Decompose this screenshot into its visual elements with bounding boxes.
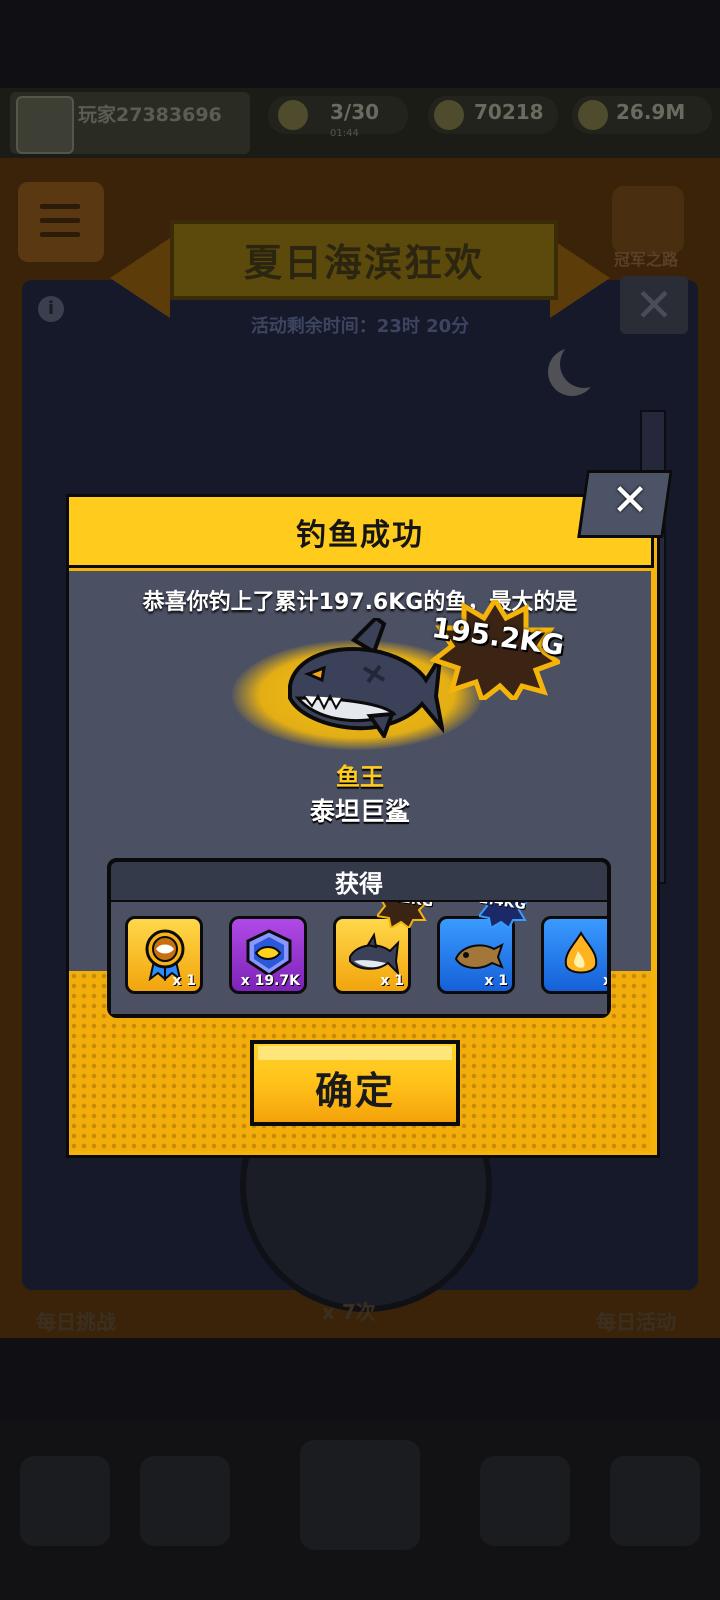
reward-label: 获得 xyxy=(335,870,383,898)
energy-timer: 01:44 xyxy=(330,128,359,139)
fire-drop-icon xyxy=(564,931,598,974)
cast-count-label: x 7次 xyxy=(322,1300,376,1324)
banner-wing-right xyxy=(550,238,610,318)
energy-icon xyxy=(278,100,308,130)
event-title: 夏日海滨狂欢 xyxy=(243,241,484,285)
reward-item[interactable]: x 1 xyxy=(125,916,203,994)
fish-name: 泰坦巨鲨 xyxy=(309,797,410,826)
coin-icon xyxy=(578,100,608,130)
congrats-text: 恭喜你钓上了累计197.6KG的鱼，最大的是 xyxy=(142,590,578,615)
coin-value: 26.9M xyxy=(616,100,686,124)
confirm-button-highlight xyxy=(258,1046,452,1060)
daily-event-label[interactable]: 每日活动 xyxy=(596,1306,676,1335)
fish-rank: 鱼王 xyxy=(336,763,384,791)
reward-qty: x 1 xyxy=(380,973,404,989)
gem-value: 70218 xyxy=(474,100,544,124)
avatar[interactable] xyxy=(16,96,74,154)
dialog-title: 钓鱼成功 xyxy=(296,518,424,553)
reward-qty: x xyxy=(603,973,607,989)
energy-value: 3/30 xyxy=(330,100,380,124)
champion-shield-icon[interactable] xyxy=(612,186,684,254)
gem-icon xyxy=(434,100,464,130)
banner-wing-left xyxy=(110,238,170,318)
reward-qty: x 1 xyxy=(484,973,508,989)
event-timer: 活动剩余时间：23时 20分 xyxy=(250,316,470,337)
player-name: 玩家27383696 xyxy=(78,104,222,126)
nav-bag-button[interactable] xyxy=(140,1456,230,1546)
menu-icon xyxy=(40,204,80,209)
close-icon[interactable]: ✕ xyxy=(598,470,662,532)
nav-battle-button[interactable] xyxy=(300,1440,420,1550)
daily-challenge-label[interactable]: 每日挑战 xyxy=(36,1306,116,1335)
nav-rod-button[interactable] xyxy=(610,1456,700,1546)
reward-qty: x 1 xyxy=(172,973,196,989)
confirm-label[interactable]: 确定 xyxy=(250,1060,460,1115)
shark-icon xyxy=(288,618,444,738)
reward-list[interactable]: x 1 x 19.7K x 1 195.2KG x 1 2.4KG xyxy=(111,902,607,1014)
reward-qty: x 19.7K xyxy=(240,973,300,989)
reward-item[interactable]: x 19.7K xyxy=(229,916,307,994)
champion-label: 冠军之路 xyxy=(614,250,679,269)
info-icon[interactable]: i xyxy=(38,296,64,322)
nav-shop-button[interactable] xyxy=(20,1456,110,1546)
nav-fish-button[interactable] xyxy=(480,1456,570,1546)
event-close-button[interactable]: ✕ xyxy=(620,276,688,334)
reward-item[interactable]: x xyxy=(541,916,607,994)
